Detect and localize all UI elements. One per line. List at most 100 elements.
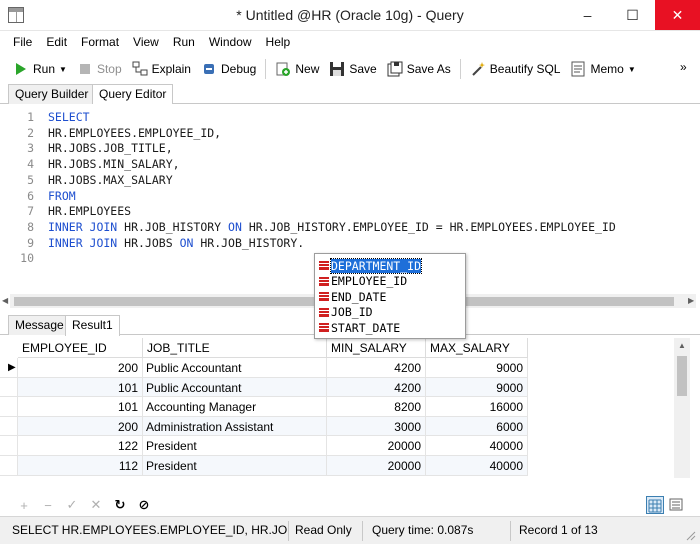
grid-cell[interactable]: 9000 [426, 358, 528, 378]
debug-button[interactable]: Debug [196, 58, 261, 80]
tab-result1[interactable]: Result1 [65, 315, 120, 336]
grid-cell[interactable]: 40000 [426, 436, 528, 456]
play-icon [13, 61, 29, 77]
column-header[interactable]: MAX_SALARY [426, 338, 528, 358]
tab-message[interactable]: Message [8, 315, 71, 335]
resize-grip-icon[interactable] [684, 529, 696, 541]
column-header[interactable]: MIN_SALARY [327, 338, 426, 358]
menu-edit[interactable]: Edit [39, 33, 74, 53]
grid-cell[interactable]: Administration Assistant [143, 416, 327, 437]
autocomplete-item[interactable]: START_DATE [319, 320, 400, 335]
toolbar: Run ▼ Stop Explain Debug New Save Save A… [0, 56, 700, 82]
column-icon [319, 292, 329, 302]
scroll-left-icon[interactable]: ◀ [2, 296, 8, 305]
line-number: 2 [27, 125, 34, 140]
row-indicator[interactable] [0, 436, 18, 456]
autocomplete-item[interactable]: DEPARTMENT_ID [319, 257, 423, 274]
refresh-button[interactable]: ↻ [108, 497, 132, 513]
toolbar-divider [265, 59, 267, 79]
status-divider [288, 521, 289, 541]
line-number: 5 [27, 172, 34, 187]
debug-label: Debug [220, 62, 257, 76]
row-indicator[interactable] [0, 456, 18, 476]
scroll-up-icon[interactable]: ▲ [678, 341, 686, 350]
row-indicator[interactable] [0, 416, 18, 437]
form-view-button[interactable] [668, 496, 686, 514]
grid-cell[interactable]: 101 [18, 377, 143, 398]
column-icon [319, 307, 329, 317]
grid-cell[interactable]: 8200 [327, 397, 426, 417]
add-row-button[interactable]: + [12, 498, 36, 513]
grid-cell[interactable]: Public Accountant [143, 358, 327, 378]
sql-text: HR.EMPLOYEES.EMPLOYEE_ID, [48, 125, 222, 140]
tab-query-builder[interactable]: Query Builder [8, 84, 96, 104]
explain-button[interactable]: Explain [127, 58, 196, 80]
delete-row-button[interactable]: − [36, 498, 60, 513]
run-button[interactable]: Run ▼ [8, 58, 72, 80]
close-button[interactable]: ✕ [655, 0, 700, 30]
tab-query-editor[interactable]: Query Editor [92, 84, 174, 105]
sql-keyword: FROM [48, 188, 76, 203]
autocomplete-item[interactable]: JOB_ID [319, 305, 373, 320]
grid-cell[interactable]: 200 [18, 416, 143, 437]
row-indicator[interactable]: ▶ [0, 358, 18, 378]
beautify-sql-label: Beautify SQL [489, 62, 561, 76]
grid-cell[interactable]: President [143, 436, 327, 456]
status-divider [510, 521, 511, 541]
stop-fetch-button[interactable]: ⊘ [132, 497, 156, 513]
chevron-down-icon[interactable]: ▼ [59, 65, 67, 74]
menu-view[interactable]: View [126, 33, 166, 53]
form-view-icon [669, 498, 683, 511]
grid-cell[interactable]: 16000 [426, 397, 528, 417]
sql-keyword: ON [179, 235, 194, 250]
menu-window[interactable]: Window [202, 33, 259, 53]
grid-view-icon [648, 499, 662, 513]
current-row-icon: ▶ [8, 362, 16, 373]
grid-cell[interactable]: Public Accountant [143, 377, 327, 398]
autocomplete-item[interactable]: EMPLOYEE_ID [319, 274, 407, 289]
grid-cell[interactable]: 101 [18, 397, 143, 417]
grid-cell[interactable]: Accounting Manager [143, 397, 327, 417]
grid-cell[interactable]: 40000 [426, 456, 528, 476]
grid-cell[interactable]: 4200 [327, 358, 426, 378]
grid-cell[interactable]: 6000 [426, 416, 528, 437]
line-number: 8 [27, 219, 34, 234]
save-as-button[interactable]: Save As [382, 58, 456, 80]
row-indicator[interactable] [0, 377, 18, 398]
grid-cell[interactable]: 200 [18, 358, 143, 378]
menu-file[interactable]: File [6, 33, 39, 53]
code-line: HR.JOBS.MIN_SALARY, [48, 157, 180, 171]
memo-button[interactable]: Memo ▼ [565, 58, 640, 80]
new-button[interactable]: New [270, 58, 324, 80]
beautify-sql-button[interactable]: Beautify SQL [465, 58, 566, 80]
maximize-button[interactable]: ☐ [610, 0, 655, 30]
stop-button[interactable]: Stop [72, 58, 127, 80]
minimize-button[interactable]: – [565, 0, 610, 30]
row-indicator[interactable] [0, 397, 18, 417]
grid-cell[interactable]: 122 [18, 436, 143, 456]
toolbar-overflow-icon[interactable]: » [680, 60, 687, 74]
menu-format[interactable]: Format [74, 33, 126, 53]
grid-cell[interactable]: 4200 [327, 377, 426, 398]
chevron-down-icon[interactable]: ▼ [628, 65, 636, 74]
sql-text: HR.JOBS [117, 235, 180, 250]
autocomplete-item[interactable]: END_DATE [319, 289, 386, 304]
save-button[interactable]: Save [324, 58, 381, 80]
grid-cell[interactable]: 20000 [327, 436, 426, 456]
grid-cell[interactable]: President [143, 456, 327, 476]
scroll-right-icon[interactable]: ▶ [688, 296, 694, 305]
apply-changes-button[interactable]: ✓ [60, 497, 84, 513]
grid-cell[interactable]: 9000 [426, 377, 528, 398]
grid-cell[interactable]: 3000 [327, 416, 426, 437]
stop-icon [77, 61, 93, 77]
menu-help[interactable]: Help [259, 33, 298, 53]
status-divider [362, 521, 363, 541]
column-header[interactable]: JOB_TITLE [143, 338, 327, 358]
grid-cell[interactable]: 20000 [327, 456, 426, 476]
grid-scroll-thumb[interactable] [677, 356, 687, 396]
menu-run[interactable]: Run [166, 33, 202, 53]
grid-view-button[interactable] [646, 496, 664, 514]
column-header[interactable]: EMPLOYEE_ID [18, 338, 143, 358]
discard-changes-button[interactable]: ✕ [84, 497, 108, 513]
grid-cell[interactable]: 112 [18, 456, 143, 476]
